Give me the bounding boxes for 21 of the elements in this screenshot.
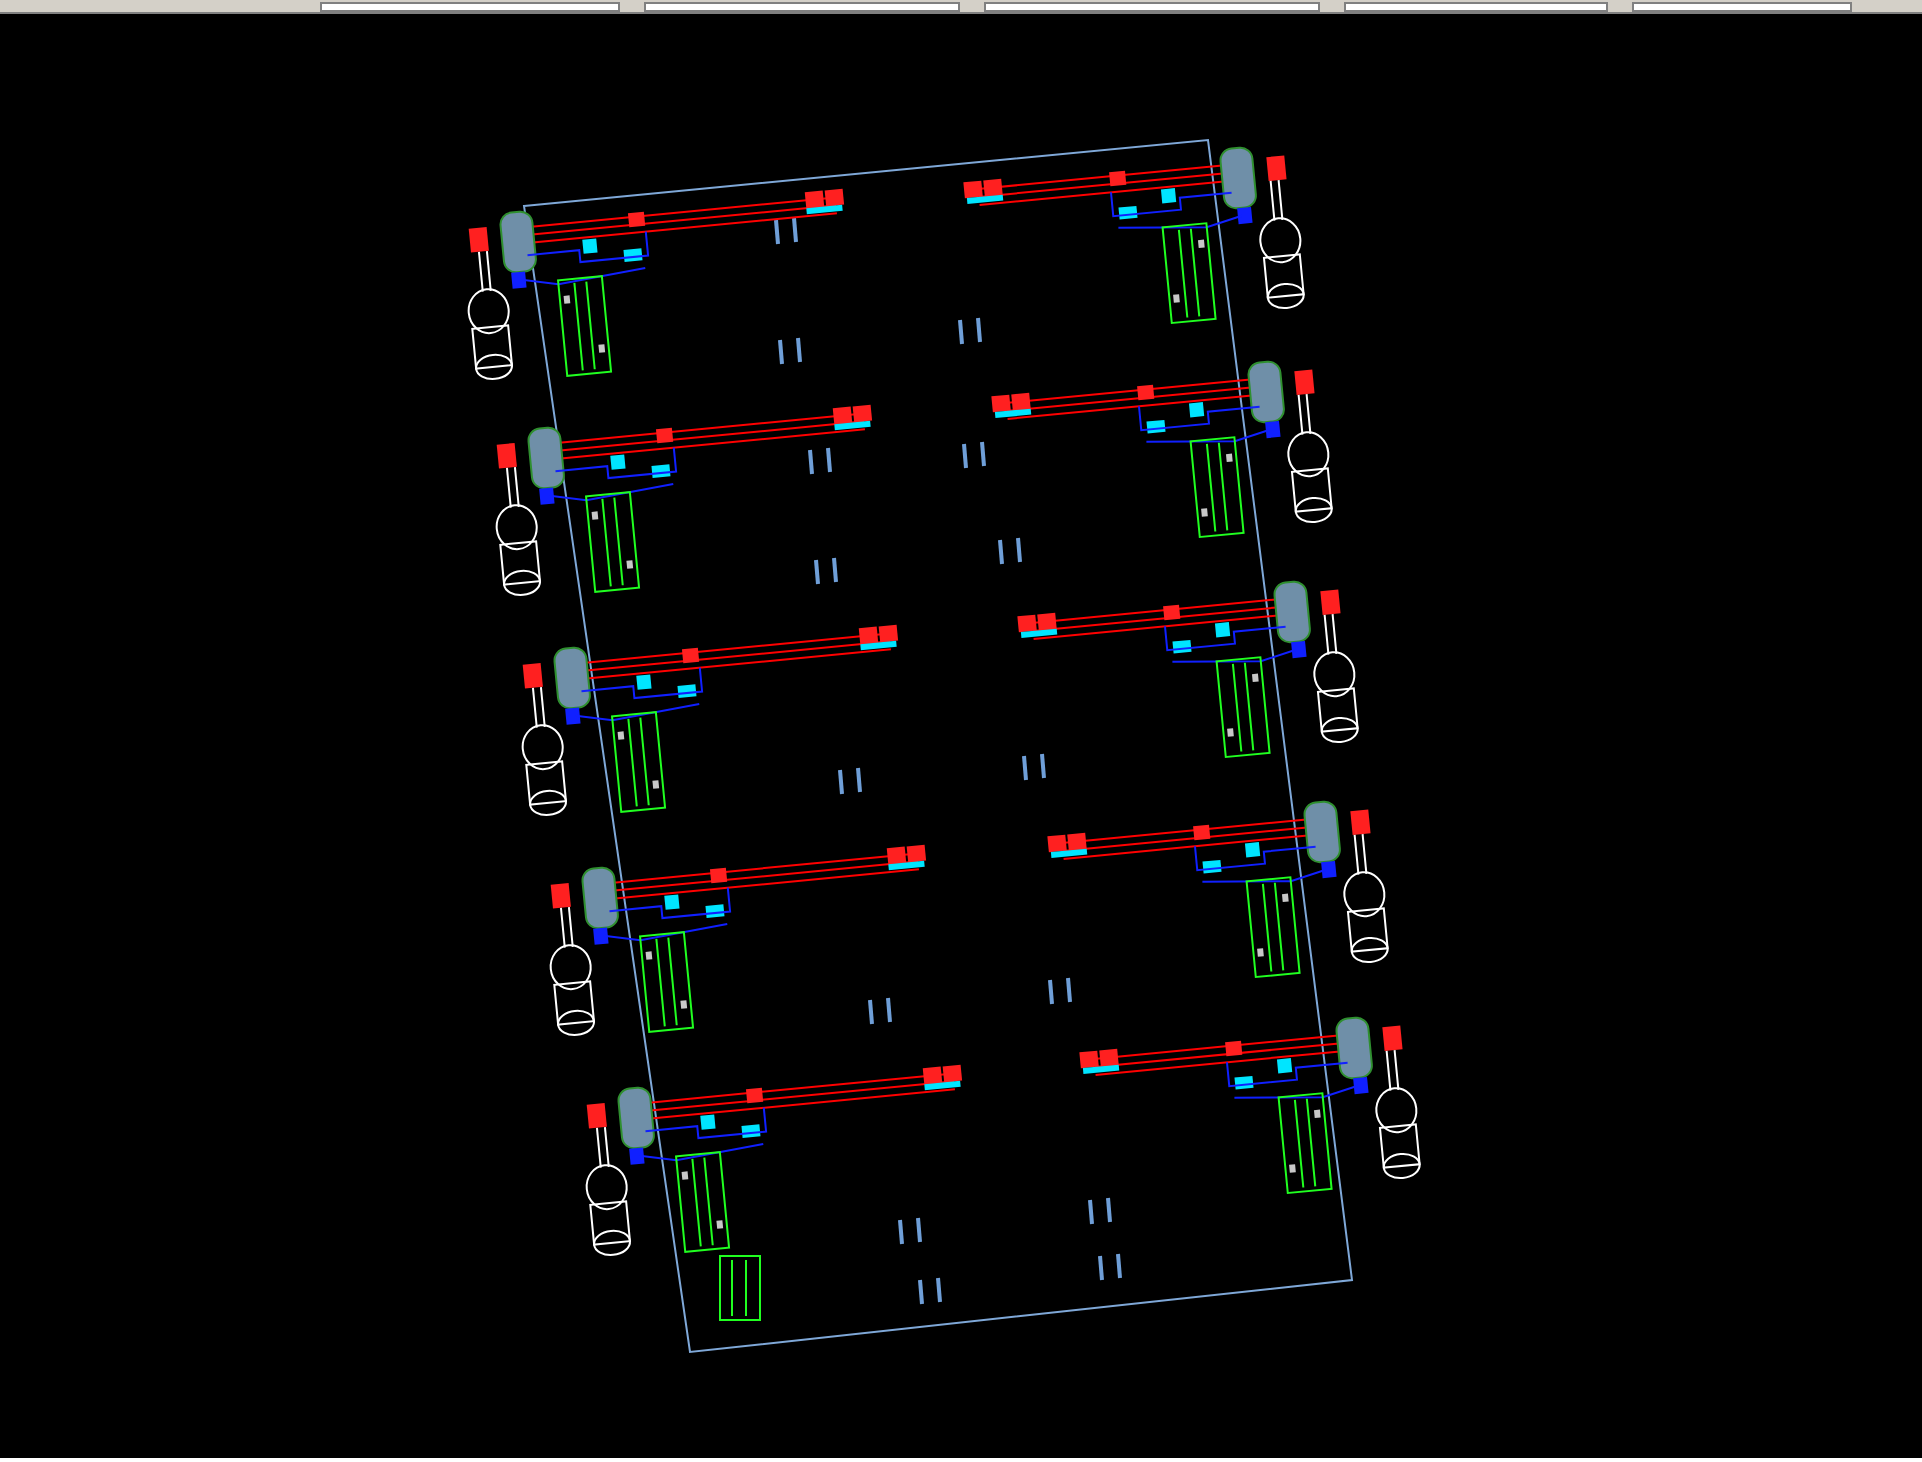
tick-marks-drawing <box>1088 1197 1112 1225</box>
tick-marks-drawing <box>998 537 1022 565</box>
tick-marks-drawing <box>868 997 892 1025</box>
tick-marks-drawing <box>1098 1253 1122 1281</box>
tick-marks-drawing <box>1022 753 1046 781</box>
conveyor-module-drawing <box>719 1255 761 1321</box>
tick-marks-drawing <box>778 337 802 365</box>
tick-marks-drawing <box>918 1277 942 1305</box>
tick-marks-drawing <box>962 441 986 469</box>
tick-marks-drawing <box>808 447 832 475</box>
toolbar-field[interactable] <box>984 2 1320 12</box>
toolbar-field[interactable] <box>1632 2 1852 12</box>
tick-marks-drawing <box>838 767 862 795</box>
toolbar-field[interactable] <box>644 2 960 12</box>
tick-marks-drawing <box>1048 977 1072 1005</box>
tick-marks-drawing <box>774 217 798 245</box>
tick-marks-drawing <box>958 317 982 345</box>
tick-marks-drawing <box>814 557 838 585</box>
toolbar-field[interactable] <box>320 2 620 12</box>
toolbar-field[interactable] <box>1344 2 1608 12</box>
tick-marks-drawing <box>898 1217 922 1245</box>
